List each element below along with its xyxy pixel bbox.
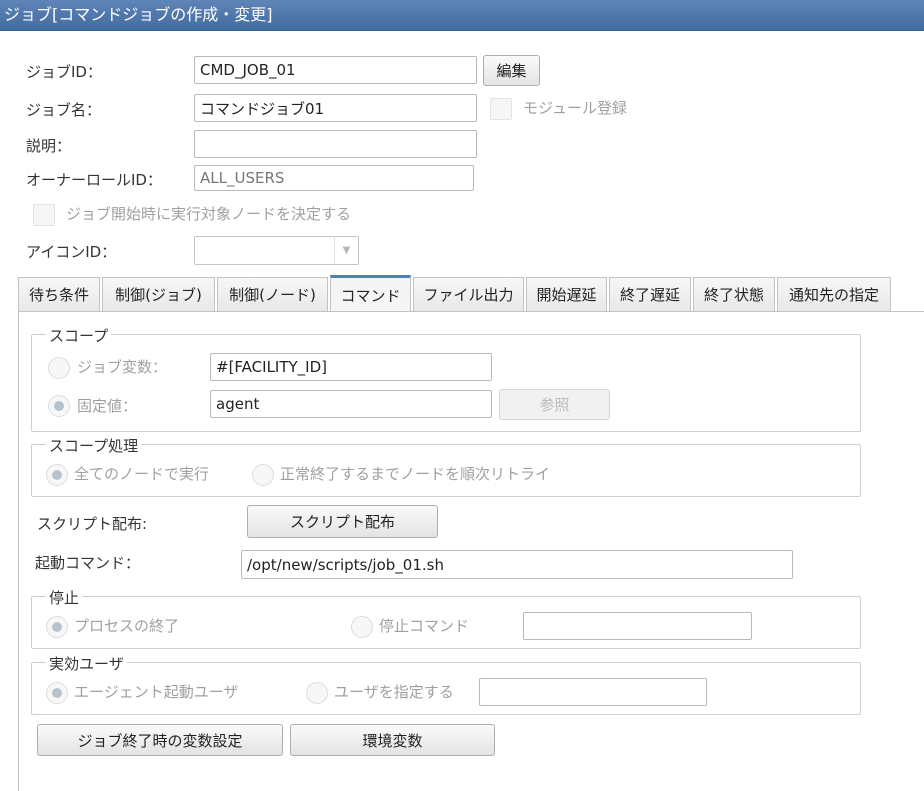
specify-user-label: ユーザを指定する bbox=[334, 683, 454, 701]
tab-control-job[interactable]: 制御(ジョブ) bbox=[102, 277, 215, 311]
effective-user-title: 実効ユーザ bbox=[46, 653, 127, 674]
tab-end-status[interactable]: 終了状態 bbox=[693, 277, 775, 311]
agent-user-label: エージェント起動ユーザ bbox=[74, 683, 239, 701]
job-id-input[interactable]: CMD_JOB_01 bbox=[194, 56, 477, 84]
scope-process-title: スコープ処理 bbox=[46, 435, 142, 456]
decide-node-checkbox[interactable] bbox=[33, 204, 55, 226]
all-nodes-radio[interactable] bbox=[46, 464, 68, 486]
tab-command[interactable]: コマンド bbox=[330, 275, 411, 312]
icon-id-select[interactable]: ▼ bbox=[194, 236, 359, 265]
stop-command-label: 停止コマンド bbox=[379, 617, 470, 635]
script-dist-button[interactable]: スクリプト配布 bbox=[247, 505, 438, 538]
module-register-checkbox[interactable] bbox=[490, 98, 512, 120]
job-name-input[interactable]: コマンドジョブ01 bbox=[194, 94, 477, 122]
tab-file-output[interactable]: ファイル出力 bbox=[413, 277, 524, 311]
process-end-label: プロセスの終了 bbox=[74, 617, 180, 635]
job-end-variable-button[interactable]: ジョブ終了時の変数設定 bbox=[37, 724, 283, 756]
tab-wait-condition[interactable]: 待ち条件 bbox=[18, 277, 100, 311]
module-register-label: モジュール登録 bbox=[523, 99, 627, 117]
edit-button[interactable]: 編集 bbox=[483, 55, 540, 86]
tab-end-delay[interactable]: 終了遅延 bbox=[609, 277, 691, 311]
tab-panel-border bbox=[18, 312, 19, 791]
job-name-label: ジョブ名： bbox=[26, 101, 102, 119]
retry-radio[interactable] bbox=[252, 464, 274, 486]
script-dist-label: スクリプト配布: bbox=[37, 515, 148, 533]
tab-start-delay[interactable]: 開始遅延 bbox=[526, 277, 607, 311]
stop-command-radio[interactable] bbox=[351, 616, 373, 638]
specify-user-input[interactable] bbox=[479, 678, 707, 706]
stop-group-title: 停止 bbox=[46, 587, 83, 608]
fixed-value-input[interactable]: agent bbox=[210, 390, 492, 418]
owner-role-label: オーナーロールID： bbox=[26, 171, 162, 189]
fixed-value-label: 固定値： bbox=[77, 397, 138, 415]
specify-user-radio[interactable] bbox=[306, 682, 328, 704]
start-command-input[interactable]: /opt/new/scripts/job_01.sh bbox=[241, 550, 793, 579]
decide-node-label: ジョブ開始時に実行対象ノードを決定する bbox=[66, 205, 352, 223]
process-end-radio[interactable] bbox=[46, 616, 68, 638]
environment-variable-button[interactable]: 環境変数 bbox=[290, 724, 495, 756]
job-variable-radio[interactable] bbox=[48, 357, 70, 379]
chevron-down-icon: ▼ bbox=[334, 237, 358, 264]
agent-user-radio[interactable] bbox=[46, 682, 68, 704]
browse-button[interactable]: 参照 bbox=[499, 389, 610, 420]
fixed-value-radio[interactable] bbox=[48, 395, 70, 417]
tab-control-node[interactable]: 制御(ノード) bbox=[217, 277, 328, 311]
description-input[interactable] bbox=[194, 130, 477, 158]
window-title: ジョブ[コマンドジョブの作成・変更] bbox=[0, 0, 924, 31]
scope-group-title: スコープ bbox=[46, 325, 112, 346]
job-id-label: ジョブID： bbox=[26, 63, 102, 81]
stop-command-input[interactable] bbox=[523, 612, 752, 640]
tab-divider bbox=[18, 311, 924, 312]
tab-notification[interactable]: 通知先の指定 bbox=[777, 277, 891, 311]
retry-label: 正常終了するまでノードを順次リトライ bbox=[280, 465, 551, 483]
description-label: 説明： bbox=[26, 137, 72, 155]
start-command-label: 起動コマンド： bbox=[35, 554, 141, 572]
job-variable-label: ジョブ変数： bbox=[77, 358, 168, 376]
job-variable-input[interactable]: #[FACILITY_ID] bbox=[210, 353, 492, 381]
owner-role-field: ALL_USERS bbox=[194, 165, 474, 191]
icon-id-label: アイコンID： bbox=[26, 243, 117, 261]
all-nodes-label: 全てのノードで実行 bbox=[74, 465, 210, 483]
